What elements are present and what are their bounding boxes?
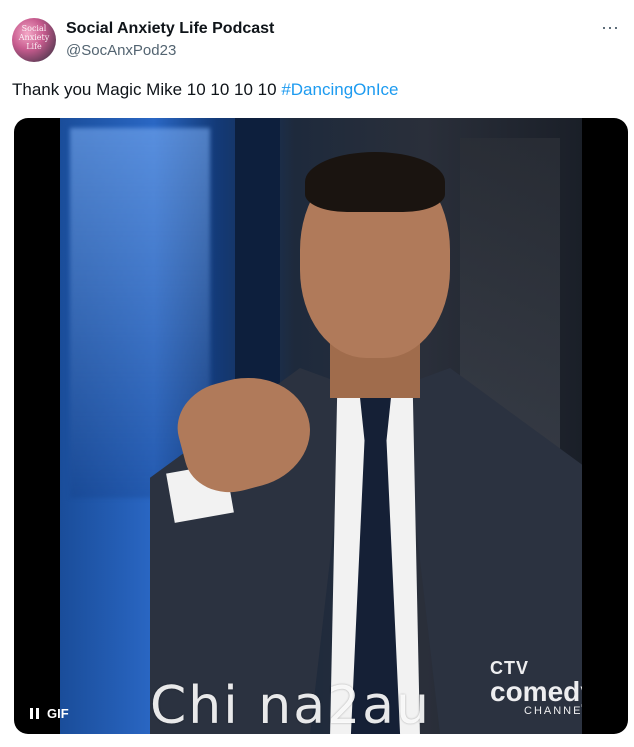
watermark-text: Chi na2au [150,676,431,736]
channel-logo: CTV comedy CHANNEL [490,658,582,717]
tweet-header: Social Anxiety Life Social Anxiety Life … [12,16,622,66]
logo-channel: CHANNEL [524,705,582,717]
hashtag-link[interactable]: #DancingOnIce [281,80,398,99]
tweet-text: Thank you Magic Mike 10 10 10 10 #Dancin… [12,80,399,100]
gif-media[interactable]: CTV comedy CHANNEL GIF [14,118,628,734]
author-handle[interactable]: @SocAnxPod23 [66,42,176,59]
logo-comedy: comedy [490,676,582,707]
pause-icon [30,707,39,719]
gif-pause-button[interactable]: GIF [30,702,69,724]
avatar-text: Social Anxiety Life [18,24,50,51]
more-options-icon[interactable]: ⋯ [601,18,620,39]
tweet-body: Thank you Magic Mike 10 10 10 10 [12,80,282,99]
avatar[interactable]: Social Anxiety Life [12,18,56,62]
gif-label: GIF [47,705,69,721]
person-figure [130,138,582,734]
gif-frame: CTV comedy CHANNEL [60,118,582,734]
hair [305,152,445,212]
author-name[interactable]: Social Anxiety Life Podcast [66,20,274,38]
